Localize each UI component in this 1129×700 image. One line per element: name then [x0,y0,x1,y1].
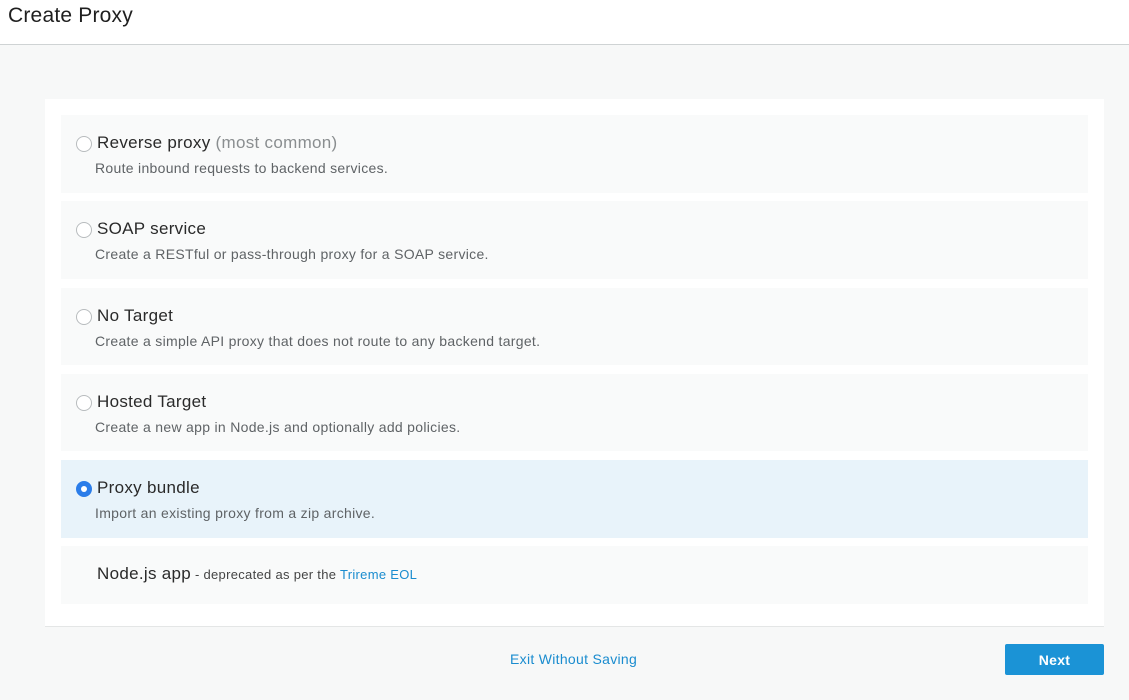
trireme-eol-link[interactable]: Trireme EOL [340,567,417,582]
option-title: Proxy bundle [97,478,200,497]
option-description: Import an existing proxy from a zip arch… [95,505,376,521]
option-description: Create a RESTful or pass-through proxy f… [95,246,489,262]
option-title: No Target [97,306,174,325]
option-description: Create a new app in Node.js and optional… [95,419,461,435]
option-hosted-target[interactable]: Hosted Target Create a new app in Node.j… [61,374,1088,451]
option-no-target[interactable]: No Target Create a simple API proxy that… [61,288,1088,365]
option-title: SOAP service [97,219,207,238]
nodejs-deprecated-note: - deprecated as per the [191,567,340,582]
option-soap-service[interactable]: SOAP service Create a RESTful or pass-th… [61,201,1088,279]
option-title: Hosted Target [97,392,207,411]
nodejs-title: Node.js app [97,564,192,583]
option-title-text: Reverse proxy [97,133,211,152]
option-title: Reverse proxy (most common) [97,133,338,153]
radio-no-target[interactable] [76,309,92,325]
exit-without-saving-link[interactable]: Exit Without Saving [510,651,637,667]
header-bar: Create Proxy [0,0,1129,45]
radio-soap-service[interactable] [76,222,92,238]
radio-reverse-proxy[interactable] [76,136,92,152]
page-title: Create Proxy [8,4,133,27]
nodejs-line: Node.js app - deprecated as per the Trir… [97,564,417,584]
proxy-type-card: Reverse proxy (most common) Route inboun… [45,99,1104,627]
option-description: Route inbound requests to backend servic… [95,160,389,176]
next-button[interactable]: Next [1005,644,1104,675]
radio-hosted-target[interactable] [76,395,92,411]
option-proxy-bundle[interactable]: Proxy bundle Import an existing proxy fr… [61,460,1088,538]
option-reverse-proxy[interactable]: Reverse proxy (most common) Route inboun… [61,115,1088,193]
option-description: Create a simple API proxy that does not … [95,333,541,349]
option-nodejs-app: Node.js app - deprecated as per the Trir… [61,546,1088,604]
option-note: (most common) [215,133,338,152]
radio-proxy-bundle[interactable] [76,481,92,497]
